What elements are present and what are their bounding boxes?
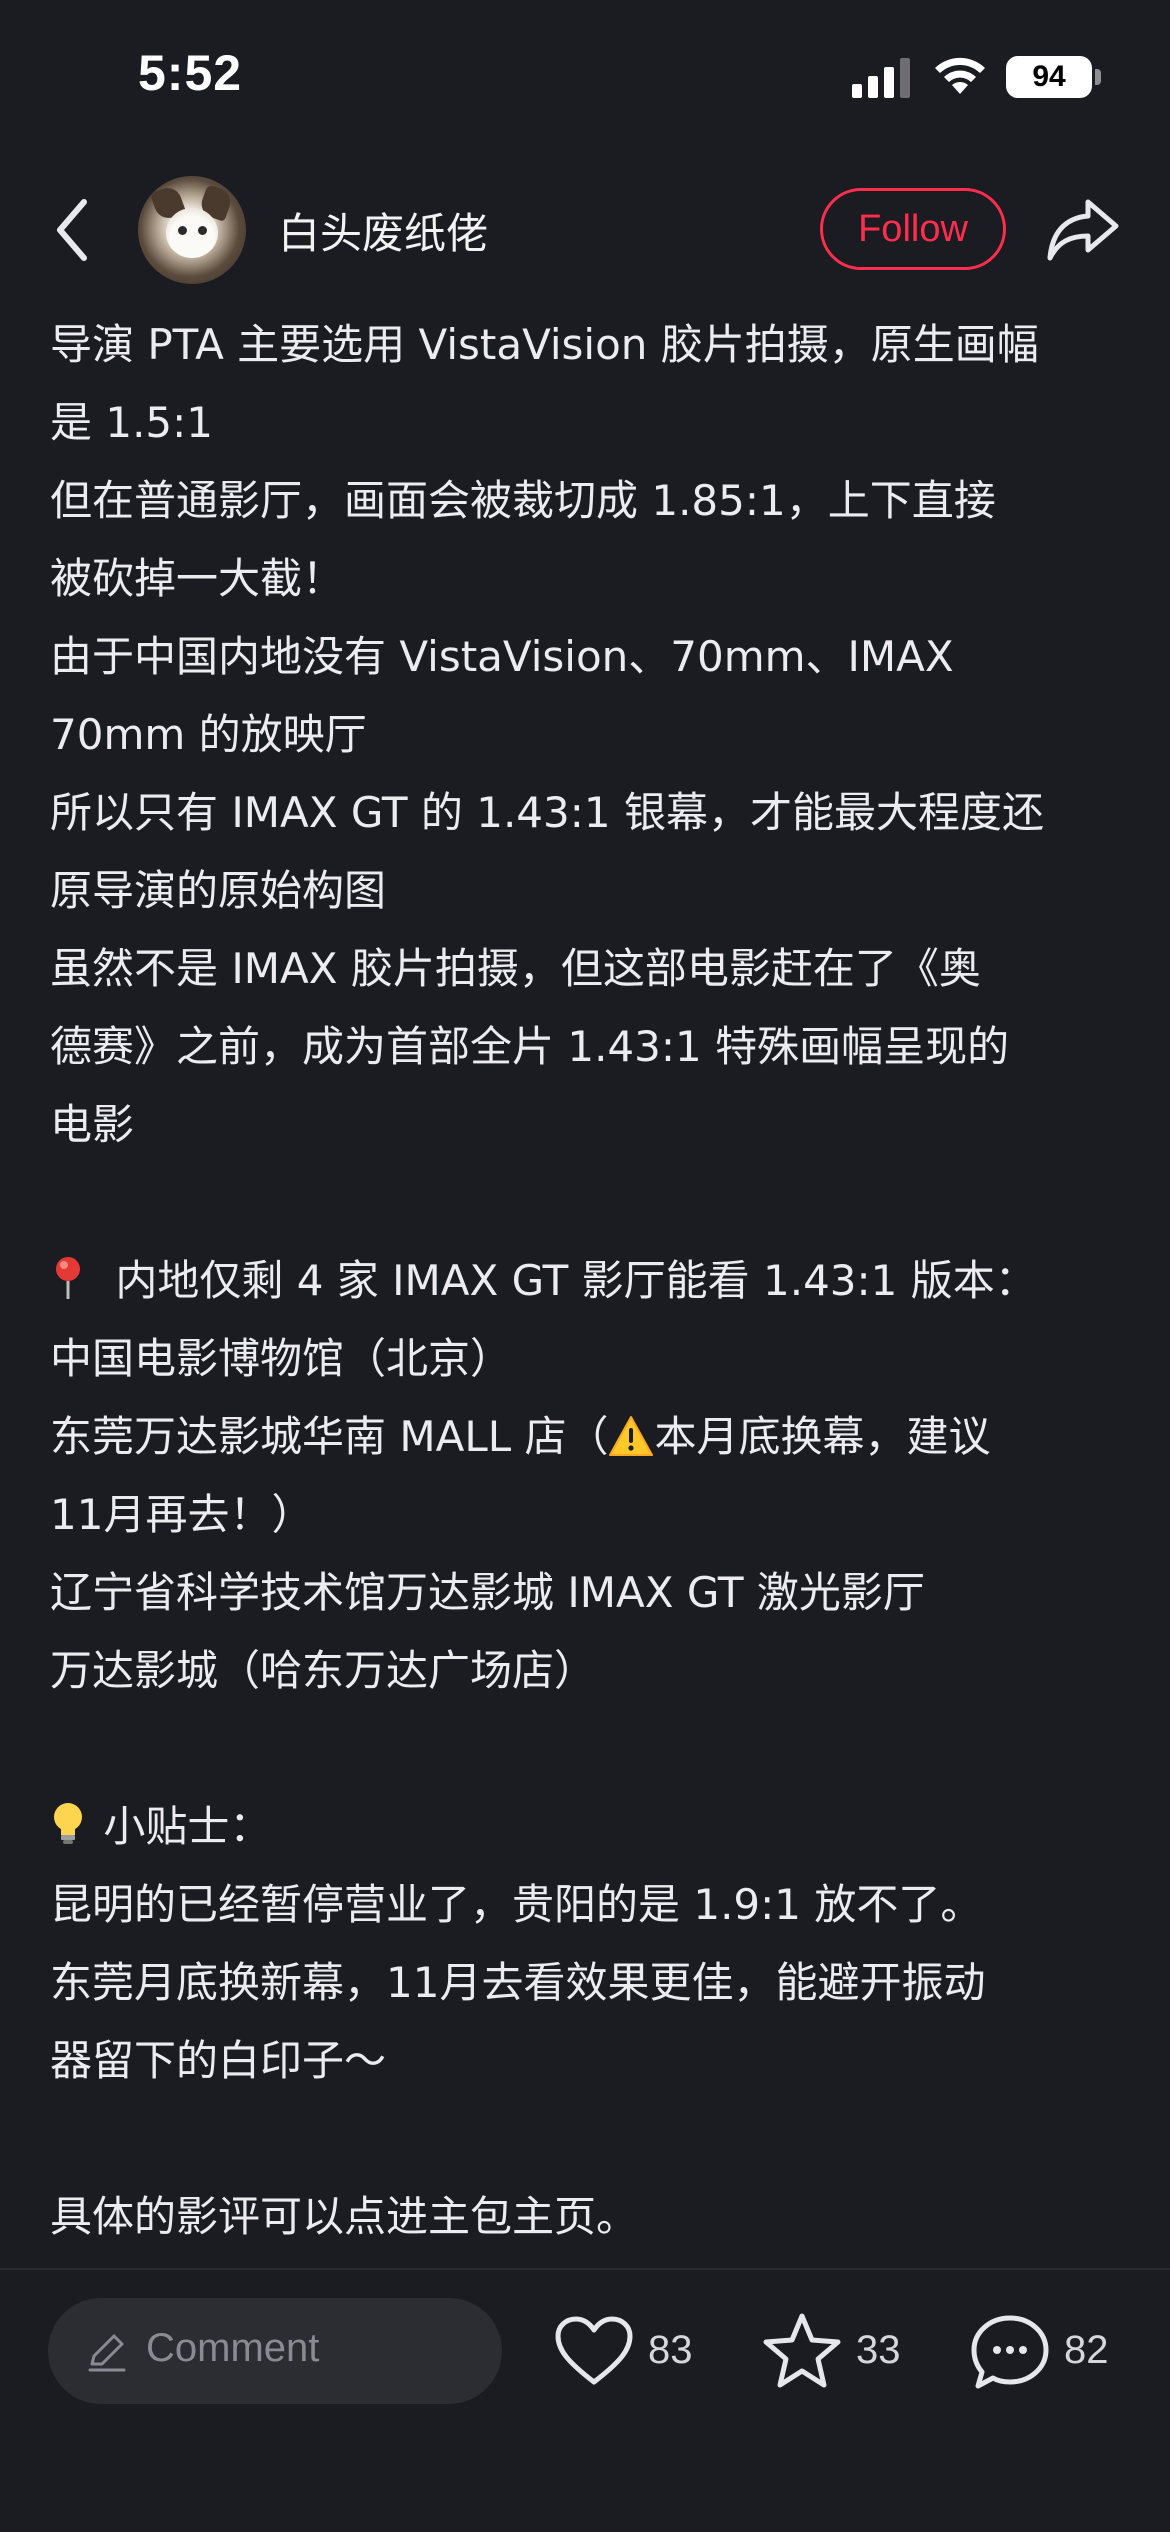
star-icon — [763, 2313, 841, 2388]
pencil-icon — [88, 2334, 126, 2372]
follow-button[interactable]: Follow — [820, 188, 1006, 270]
avatar-eye — [178, 226, 187, 235]
avatar-eye — [198, 226, 207, 235]
body-line-with-pin: 内地仅剩 4 家 IMAX GT 影厅能看 1.43:1 版本： — [50, 1242, 1124, 1320]
comment-count: 82 — [1064, 2328, 1109, 2372]
body-line: 电影 — [50, 1100, 135, 1149]
body-line: 德赛》之前，成为首部全片 1.43:1 特殊画幅呈现的 — [50, 1022, 1010, 1071]
body-line: 原导演的原始构图 — [50, 866, 387, 915]
author-username[interactable]: 白头废纸佬 — [278, 200, 488, 261]
body-line: 但在普通影厅，画面会被裁切成 1.85:1，上下直接 — [50, 476, 996, 525]
body-line: 万达影城（哈东万达广场店） — [50, 1646, 597, 1695]
post-header: 白头废纸佬 Follow — [0, 170, 1170, 290]
body-line: 东莞月底换新幕，11月去看效果更佳，能避开振动 — [50, 1958, 986, 2007]
body-line: 所以只有 IMAX GT 的 1.43:1 银幕，才能最大程度还 — [50, 788, 1044, 837]
body-line: 导演 PTA 主要选用 VistaVision 胶片拍摄，原生画幅 — [50, 320, 1039, 369]
body-line: 中国电影博物馆（北京） — [50, 1334, 513, 1383]
comments-button[interactable]: 82 — [970, 2298, 1130, 2404]
body-line-with-lightbulb: 小贴士： — [50, 1788, 1124, 1866]
body-line: 由于中国内地没有 VistaVision、70mm、IMAX — [50, 632, 954, 681]
battery-level: 94 — [1006, 56, 1092, 98]
pin-line-text: 内地仅剩 4 家 IMAX GT 影厅能看 1.43:1 版本： — [115, 1256, 1037, 1305]
comment-input[interactable]: Comment — [48, 2298, 502, 2404]
body-line: 11月再去！） — [50, 1490, 314, 1539]
warning-icon — [609, 1416, 654, 1456]
body-line: 辽宁省科学技术馆万达影城 IMAX GT 激光影厅 — [50, 1568, 925, 1617]
body-line: 被砍掉一大截！ — [50, 554, 345, 603]
avatar-face — [166, 208, 218, 258]
speech-bubble-icon — [971, 2315, 1049, 2389]
battery-icon: 94 — [1006, 56, 1102, 98]
wifi-icon — [935, 57, 985, 94]
battery-nub — [1095, 69, 1101, 85]
like-count: 83 — [648, 2328, 693, 2372]
body-line-with-warning: 东莞万达影城华南 MALL 店（ 本月底换幕，建议 — [50, 1398, 1124, 1476]
body-line: 器留下的白印子～ — [50, 2036, 387, 2085]
body-line: 虽然不是 IMAX 胶片拍摄，但这部电影赶在了《奥 — [50, 944, 981, 993]
body-line: 具体的影评可以点进主包主页。 — [50, 2192, 639, 2241]
tips-heading: 小贴士： — [103, 1802, 272, 1851]
comment-placeholder: Comment — [146, 2326, 320, 2370]
heart-icon — [555, 2316, 633, 2385]
collect-count: 33 — [856, 2328, 901, 2372]
body-line: 昆明的已经暂停营业了，贵阳的是 1.9:1 放不了。 — [50, 1880, 983, 1929]
post-detail-page: 5:52 94 白头废纸佬 Follow 导演 PTA 主要选用 VistaVi… — [0, 0, 1170, 2532]
pin-icon — [56, 1257, 80, 1299]
bottom-action-bar: Comment 83 33 82 — [0, 2270, 1170, 2532]
status-time: 5:52 — [138, 45, 243, 101]
avatar[interactable] — [138, 176, 246, 284]
body-line: 70mm 的放映厅 — [50, 710, 367, 759]
warning-line-suffix: 本月底换幕，建议 — [654, 1412, 991, 1461]
warning-line-prefix: 东莞万达影城华南 MALL 店（ — [50, 1412, 609, 1461]
cellular-signal-icon — [852, 58, 910, 98]
like-button[interactable]: 83 — [554, 2298, 714, 2404]
back-button[interactable] — [48, 192, 98, 268]
post-body: 导演 PTA 主要选用 VistaVision 胶片拍摄，原生画幅 是 1.5:… — [50, 306, 1124, 2256]
status-bar: 5:52 94 — [0, 0, 1170, 150]
lightbulb-icon — [54, 1803, 82, 1844]
collect-button[interactable]: 33 — [762, 2298, 922, 2404]
share-icon[interactable] — [1046, 194, 1122, 264]
body-line: 是 1.5:1 — [50, 398, 214, 447]
